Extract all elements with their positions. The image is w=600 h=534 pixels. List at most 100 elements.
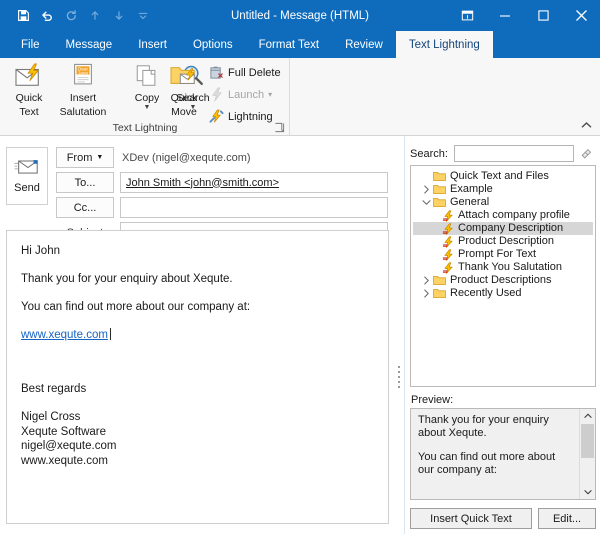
text-cursor	[110, 328, 111, 340]
body-signature: Nigel Cross Xequte Software nigel@xequte…	[21, 410, 374, 468]
folder-open-icon	[432, 197, 447, 208]
lightning-item-icon	[440, 210, 455, 222]
redo-icon[interactable]	[60, 5, 82, 27]
from-button-label: From	[67, 152, 93, 164]
customize-qat-icon[interactable]	[132, 5, 154, 27]
quick-move-button[interactable]: Quick Move	[157, 61, 211, 118]
body-paragraph-1: Thank you for your enquiry about Xequte.	[21, 272, 374, 286]
full-delete-button[interactable]: Full Delete	[208, 63, 281, 82]
tab-format-text[interactable]: Format Text	[246, 31, 333, 58]
undo-icon[interactable]	[36, 5, 58, 27]
signature-line-4: www.xequte.com	[21, 454, 374, 469]
tree-item-general[interactable]: General	[413, 196, 593, 209]
insert-salutation-label-2: Salutation	[56, 105, 110, 119]
tree-item-product-description[interactable]: Product Description	[413, 235, 593, 248]
tab-message[interactable]: Message	[53, 31, 126, 58]
from-button[interactable]: From ▼	[56, 147, 114, 168]
tree-label: Product Description	[455, 235, 554, 248]
cc-input[interactable]	[120, 197, 388, 218]
chevron-down-icon[interactable]	[421, 199, 432, 206]
insert-quick-text-button[interactable]: Insert Quick Text	[410, 508, 532, 529]
dear-jane-icon: Dear Jane	[56, 61, 110, 91]
lightning-item-icon	[440, 223, 455, 235]
tab-file[interactable]: File	[8, 31, 53, 58]
scroll-up-icon[interactable]	[580, 409, 595, 423]
dialog-launcher-icon[interactable]	[274, 122, 285, 133]
preview-label: Preview:	[411, 394, 453, 406]
folder-move-icon	[157, 61, 211, 91]
lightning-item-icon	[440, 249, 455, 261]
to-input[interactable]: John Smith <john@smith.com>	[120, 172, 388, 193]
move-down-icon[interactable]	[108, 5, 130, 27]
tab-insert[interactable]: Insert	[125, 31, 180, 58]
tab-text-lightning[interactable]: Text Lightning	[396, 31, 493, 58]
full-delete-label: Full Delete	[228, 67, 281, 79]
body-greeting: Hi John	[21, 244, 374, 258]
tree-item-prompt-for-text[interactable]: Prompt For Text	[413, 248, 593, 261]
move-up-icon[interactable]	[84, 5, 106, 27]
maximize-icon[interactable]	[524, 0, 562, 31]
window-controls	[448, 0, 600, 31]
send-envelope-icon	[14, 159, 40, 179]
search-input[interactable]	[454, 145, 574, 162]
tree-item-recently-used[interactable]: Recently Used	[413, 287, 593, 300]
quick-text-tree[interactable]: Quick Text and Files Example	[410, 165, 596, 387]
tree-label: Prompt For Text	[455, 248, 536, 261]
cc-button[interactable]: Cc...	[56, 197, 114, 218]
collapse-ribbon-icon[interactable]	[578, 118, 594, 132]
preview-pane: Thank you for your enquiry about Xequte.…	[410, 408, 596, 500]
preview-content: Thank you for your enquiry about Xequte.…	[411, 409, 566, 493]
outlook-compose-window: Untitled - Message (HTML) File Message I…	[0, 0, 600, 534]
chevron-right-icon[interactable]	[421, 289, 432, 298]
tree-item-quick-text-and-files[interactable]: Quick Text and Files	[413, 170, 593, 183]
send-button-label: Send	[14, 182, 40, 194]
tree-item-attach-company-profile[interactable]: Attach company profile	[413, 209, 593, 222]
tree-label: Example	[447, 183, 493, 196]
tree-label: Recently Used	[447, 287, 522, 300]
search-label: Search:	[410, 148, 448, 160]
tree-label: Product Descriptions	[447, 274, 552, 287]
message-body[interactable]: Hi John Thank you for your enquiry about…	[6, 230, 389, 524]
tree-item-example[interactable]: Example	[413, 183, 593, 196]
to-button-label: To...	[75, 177, 96, 189]
tab-review[interactable]: Review	[332, 31, 396, 58]
launch-button[interactable]: Launch ▾	[208, 85, 272, 104]
scroll-down-icon[interactable]	[580, 485, 595, 499]
to-row: To... John Smith <john@smith.com>	[56, 172, 388, 193]
tab-options[interactable]: Options	[180, 31, 246, 58]
folder-icon	[432, 275, 447, 286]
folder-icon	[432, 184, 447, 195]
tree-label: General	[447, 196, 489, 209]
tree-item-thank-you-salutation[interactable]: Thank You Salutation	[413, 261, 593, 274]
cc-row: Cc...	[56, 197, 388, 218]
ribbon-display-options-icon[interactable]	[448, 0, 486, 31]
insert-salutation-button[interactable]: Dear Jane Insert Salutation	[56, 61, 110, 118]
panel-splitter[interactable]	[393, 230, 404, 524]
to-button[interactable]: To...	[56, 172, 114, 193]
quick-text-label-1: Quick	[2, 91, 56, 105]
preview-scrollbar[interactable]	[579, 409, 595, 499]
from-row: From ▼ XDev (nigel@xequte.com)	[56, 147, 251, 168]
body-hyperlink[interactable]: www.xequte.com	[21, 329, 108, 341]
eraser-icon[interactable]	[580, 146, 595, 161]
tree-item-company-description[interactable]: Company Description	[413, 222, 593, 235]
scrollbar-thumb[interactable]	[581, 424, 594, 458]
full-delete-icon	[208, 65, 224, 81]
quick-text-button[interactable]: Quick Text	[2, 61, 56, 118]
edit-button[interactable]: Edit...	[538, 508, 596, 529]
splitter-grip-icon	[398, 366, 400, 388]
minimize-icon[interactable]	[486, 0, 524, 31]
body-link-line: www.xequte.com	[21, 328, 374, 342]
chevron-right-icon[interactable]	[421, 185, 432, 194]
tree-label: Quick Text and Files	[447, 170, 549, 183]
main-area: Send From ▼ XDev (nigel@xequte.com) To..…	[0, 136, 600, 534]
signature-line-3: nigel@xequte.com	[21, 439, 374, 454]
chevron-right-icon[interactable]	[421, 276, 432, 285]
save-icon[interactable]	[12, 5, 34, 27]
launch-caret-icon[interactable]: ▾	[268, 90, 272, 99]
tree-item-product-descriptions[interactable]: Product Descriptions	[413, 274, 593, 287]
ribbon: Quick Text Dear Jane Insert Salutation	[0, 58, 600, 136]
folder-icon	[432, 288, 447, 299]
close-icon[interactable]	[562, 0, 600, 31]
send-button[interactable]: Send	[6, 147, 48, 205]
